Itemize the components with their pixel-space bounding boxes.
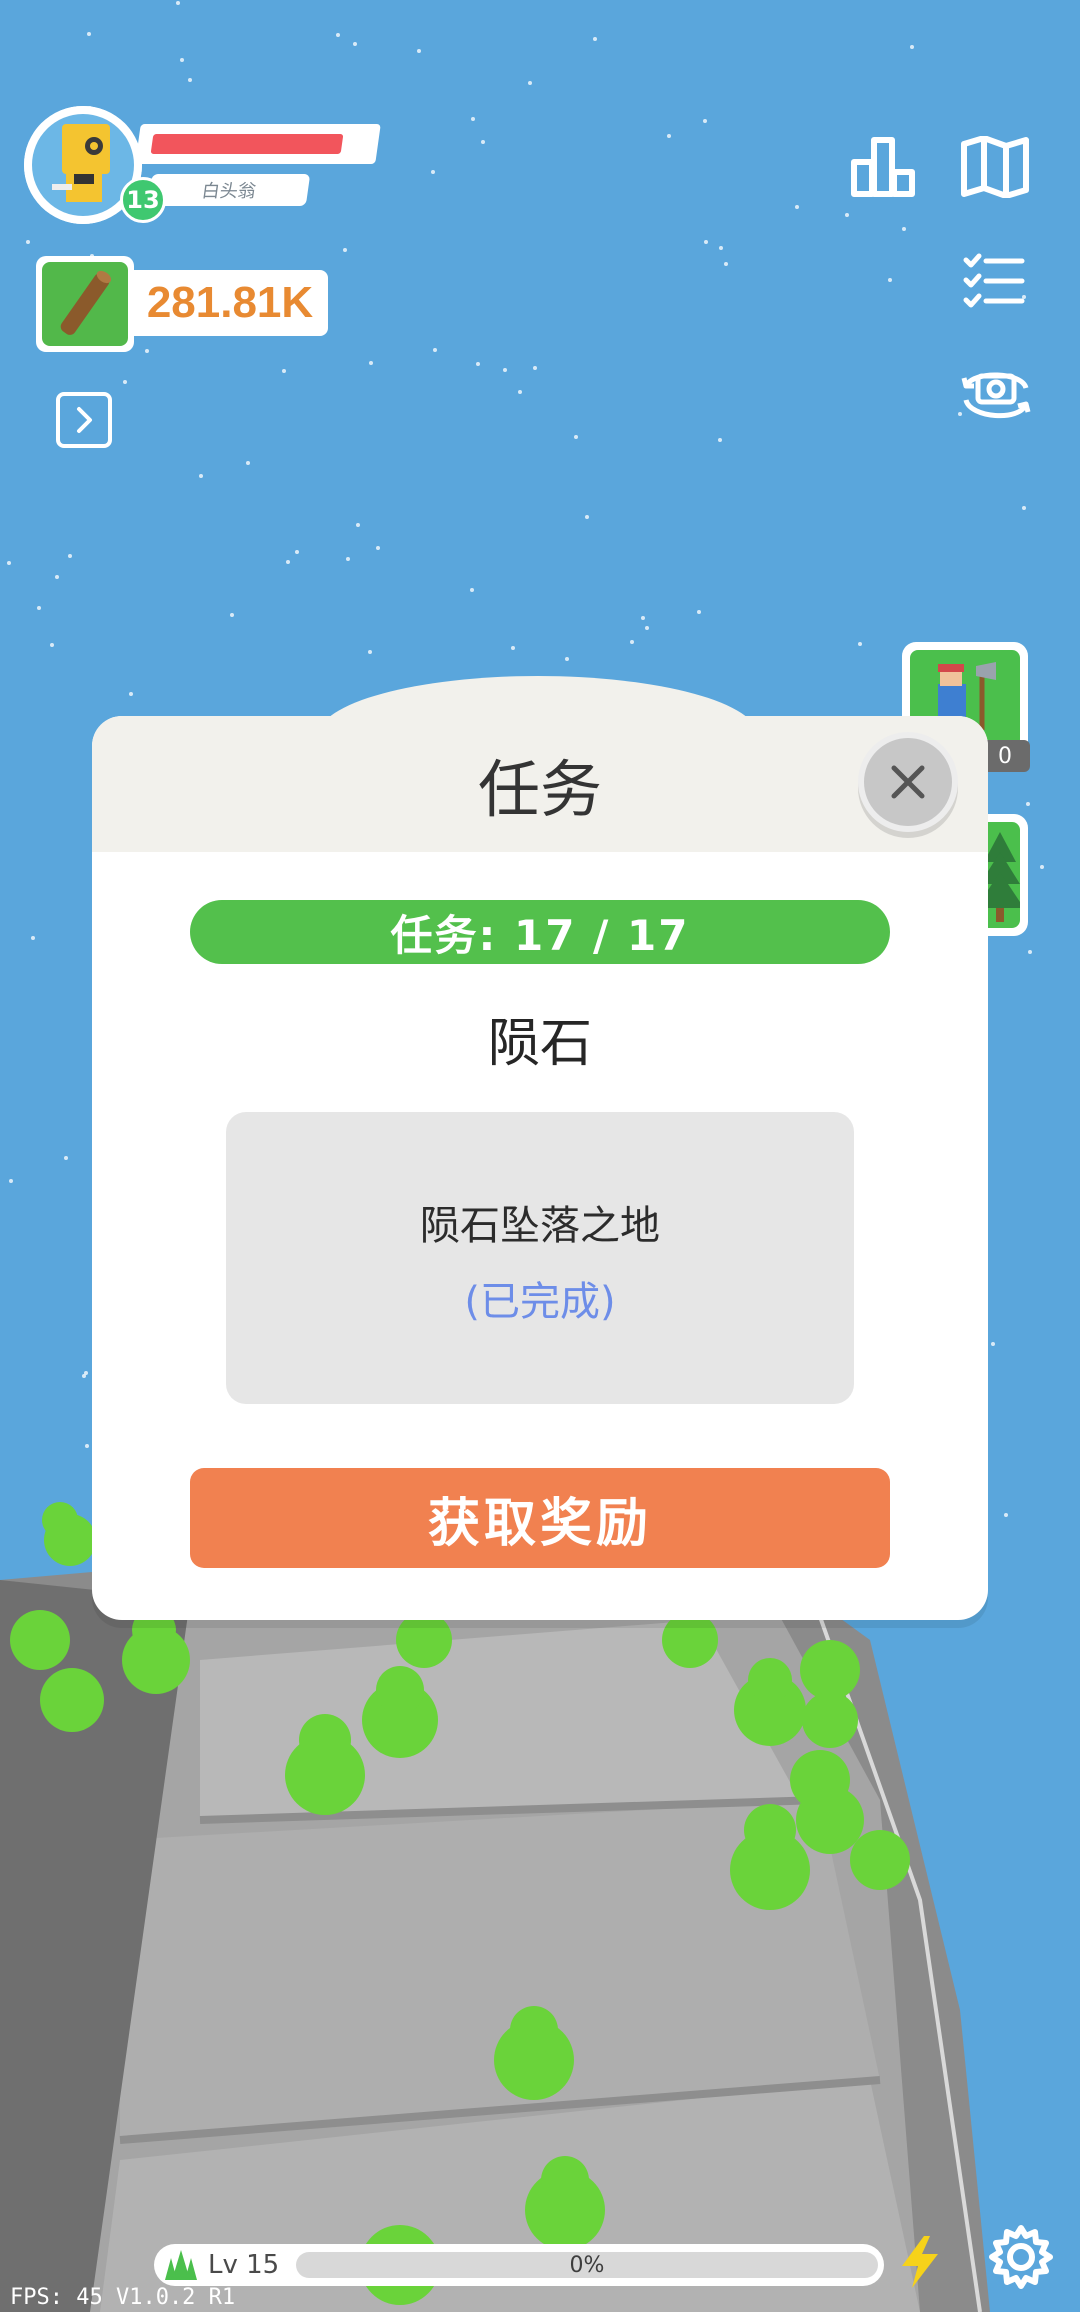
lightning-icon [902, 2236, 938, 2288]
settings-button[interactable] [986, 2222, 1056, 2292]
claim-reward-button[interactable]: 获取奖励 [190, 1468, 890, 1568]
tasks-button[interactable] [962, 252, 1026, 312]
xp-percent: 0% [569, 2252, 605, 2278]
xp-progress-bar: 0% [290, 2244, 884, 2286]
tree-level-label: Lv 15 [208, 2250, 280, 2280]
tree-level-indicator: Lv 15 [154, 2244, 290, 2286]
task-dialog: 任务 任务: 17 / 17 陨石 陨石坠落之地 (已完成) 获取奖励 [92, 716, 988, 1620]
stats-button[interactable] [850, 134, 920, 200]
health-bar [135, 124, 381, 164]
dialog-title: 任务 [477, 753, 602, 826]
close-button[interactable] [858, 732, 958, 832]
bar-chart-icon [851, 137, 915, 197]
player-name: 白头翁 [147, 174, 311, 206]
task-detail-box: 陨石坠落之地 (已完成) [226, 1112, 854, 1404]
health-bar-fill [150, 134, 344, 154]
map-icon [961, 135, 1029, 199]
game-screen: 白头翁 13 281.81K 0 任务 任务: 17 / 17 陨石 陨石坠落之… [0, 0, 1080, 2312]
task-description: 陨石坠落之地 [420, 1203, 660, 1249]
fps-version-label: FPS: 45 V1.0.2 R1 [10, 2284, 236, 2310]
camera-rotate-button[interactable] [960, 366, 1032, 428]
wood-log-icon [60, 270, 112, 335]
energy-button[interactable] [898, 2234, 942, 2290]
map-button[interactable] [960, 135, 1030, 199]
wood-amount: 281.81K [132, 270, 328, 336]
gear-icon [989, 2225, 1053, 2289]
wood-resource-icon-box [36, 256, 134, 352]
close-icon [891, 765, 925, 799]
task-name: 陨石 [487, 1013, 592, 1074]
tree-level-icon [165, 2250, 197, 2280]
checklist-icon [963, 253, 1025, 308]
player-level-badge: 13 [120, 177, 166, 223]
expand-button[interactable] [56, 392, 112, 448]
avatar-character-icon [52, 124, 110, 202]
chevron-right-icon [77, 407, 92, 433]
camera-rotate-icon [961, 372, 1031, 419]
task-progress-bar: 任务: 17 / 17 [190, 900, 890, 964]
task-status: (已完成) [464, 1279, 616, 1325]
